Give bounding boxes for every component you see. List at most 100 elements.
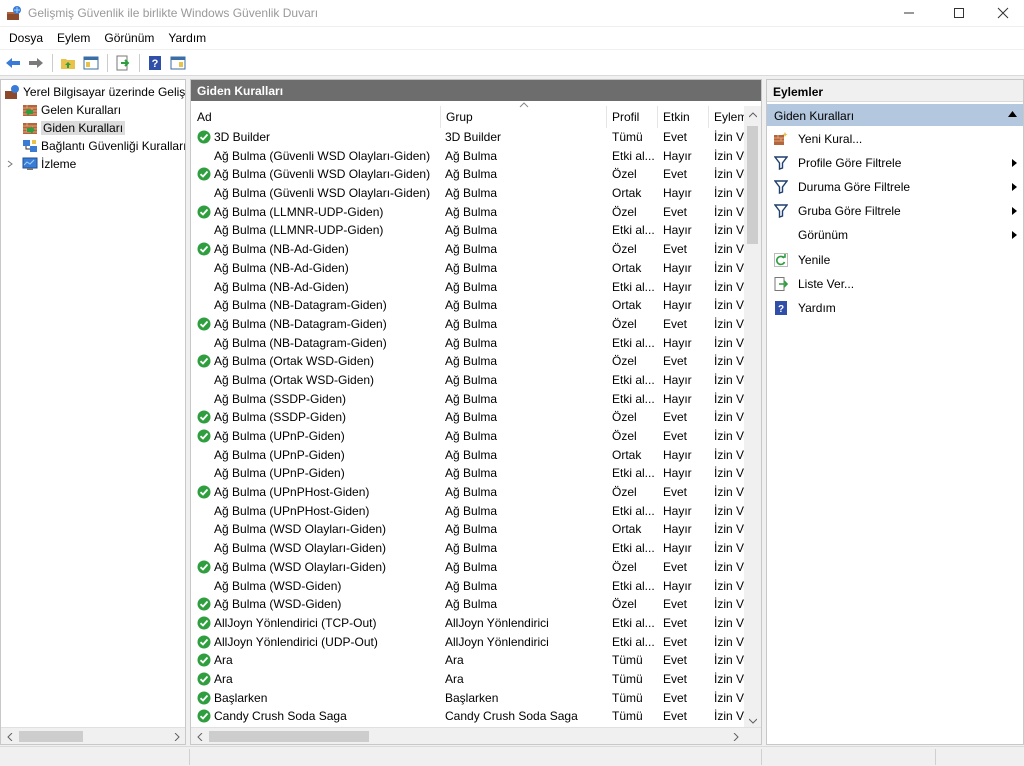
actions-section-header[interactable]: Giden Kuralları (767, 104, 1023, 126)
tree-horizontal-scrollbar[interactable] (1, 727, 185, 744)
scroll-thumb[interactable] (19, 731, 83, 742)
table-row[interactable]: Ağ Bulma (LLMNR-UDP-Giden) Ağ Bulma Etki a… (191, 221, 747, 240)
action-item[interactable]: Duruma Göre Filtrele (767, 176, 1023, 198)
table-row[interactable]: Ağ Bulma (UPnP-Giden) Ağ Bulma Ortak Hayır İ… (191, 446, 747, 465)
show-hide-tree-button[interactable] (80, 52, 102, 74)
table-row[interactable]: Ağ Bulma (UPnP-Giden) Ağ Bulma Etki al... H… (191, 464, 747, 483)
action-item[interactable]: Profile Göre Filtrele (767, 152, 1023, 174)
action-item[interactable]: Yeni Kural... (767, 128, 1023, 150)
table-row[interactable]: AllJoyn Yönlendirici (UDP-Out) AllJoyn Yö… (191, 633, 747, 652)
rule-name-cell: Ağ Bulma (UPnP-Giden) (214, 447, 345, 462)
table-row[interactable]: Ağ Bulma (Güvenli WSD Olayları-Giden) Ağ … (191, 147, 747, 166)
table-row[interactable]: Ağ Bulma (Güvenli WSD Olayları-Giden) Ağ … (191, 184, 747, 203)
back-button[interactable] (2, 52, 24, 74)
table-row[interactable]: Ağ Bulma (LLMNR-UDP-Giden) Ağ Bulma Özel Ev… (191, 203, 747, 222)
table-row[interactable]: Ağ Bulma (UPnPHost-Giden) Ağ Bulma Etki al… (191, 502, 747, 521)
enabled-check-icon (197, 653, 211, 667)
menu-file[interactable]: Dosya (2, 28, 50, 48)
table-row[interactable]: Ara Ara Tümü Evet İzin Ver (191, 670, 747, 689)
column-header-name[interactable]: Ad (191, 106, 441, 128)
action-item[interactable]: Görünüm (767, 224, 1023, 246)
action-item[interactable]: Gruba Göre Filtrele (767, 200, 1023, 222)
column-header-group[interactable]: Grup (440, 106, 607, 128)
table-row[interactable]: Başlarken Başlarken Tümü Evet İzin Ver (191, 689, 747, 708)
rule-name-cell: Ağ Bulma (NB-Ad-Giden) (214, 260, 349, 275)
show-hide-action-pane-button[interactable] (167, 52, 189, 74)
rule-profile-cell: Tümü (612, 130, 643, 144)
table-row[interactable]: Ara Ara Tümü Evet İzin Ver (191, 651, 747, 670)
tree-item-outbound-rules[interactable]: Giden Kuralları (22, 119, 126, 136)
column-header-action[interactable]: Eylem (708, 106, 748, 128)
table-row[interactable]: Ağ Bulma (Güvenli WSD Olayları-Giden) Ağ … (191, 165, 747, 184)
collapse-up-icon[interactable] (1008, 111, 1017, 117)
table-row[interactable]: Ağ Bulma (WSD-Giden) Ağ Bulma Özel Evet İzin… (191, 595, 747, 614)
expand-chevron-icon[interactable] (6, 160, 14, 168)
minimize-button[interactable] (886, 0, 932, 26)
tree-item-monitoring[interactable]: İzleme (22, 155, 76, 172)
list-vertical-scrollbar[interactable] (744, 106, 761, 729)
scroll-left-arrow[interactable] (191, 728, 208, 744)
sort-ascending-icon (519, 102, 529, 108)
table-row[interactable]: Ağ Bulma (NB-Datagram-Giden) Ağ Bulma Orta… (191, 296, 747, 315)
status-segment (190, 749, 762, 765)
rule-profile-cell: Tümü (612, 709, 643, 724)
actions-pane-title: Eylemler (767, 80, 1023, 102)
rule-group-cell: Ağ Bulma (445, 204, 498, 219)
close-button[interactable] (980, 0, 1024, 26)
table-row[interactable]: Ağ Bulma (Ortak WSD-Giden) Ağ Bulma Etki a… (191, 371, 747, 390)
enabled-check-icon (197, 560, 211, 574)
action-item[interactable]: ? Yardım (767, 297, 1023, 319)
table-row[interactable]: Ağ Bulma (WSD Olayları-Giden) Ağ Bulma Öze… (191, 558, 747, 577)
tree-root[interactable]: Yerel Bilgisayar üzerinde Gelişm (4, 83, 185, 100)
table-row[interactable]: AllJoyn Yönlendirici (TCP-Out) AllJoyn Yö… (191, 614, 747, 633)
table-row[interactable]: Ağ Bulma (SSDP-Giden) Ağ Bulma Etki al... H… (191, 390, 747, 409)
table-row[interactable]: Ağ Bulma (NB-Ad-Giden) Ağ Bulma Özel Evet İz… (191, 240, 747, 259)
tree-item-connection-security-rules[interactable]: Bağlantı Güvenliği Kuralları (22, 137, 185, 154)
scroll-thumb[interactable] (747, 126, 758, 244)
table-row[interactable]: Ağ Bulma (WSD Olayları-Giden) Ağ Bulma Etk… (191, 539, 747, 558)
list-horizontal-scrollbar[interactable] (191, 727, 761, 744)
scroll-thumb[interactable] (209, 731, 369, 742)
menu-action[interactable]: Eylem (50, 28, 97, 48)
rule-enabled-cell: Evet (663, 429, 688, 443)
table-row[interactable]: Ağ Bulma (UPnPHost-Giden) Ağ Bulma Özel Eve… (191, 483, 747, 502)
rule-profile-cell: Özel (612, 410, 637, 425)
rule-profile-cell: Etki al... (612, 466, 655, 481)
scroll-right-arrow[interactable] (168, 728, 185, 744)
rule-profile-cell: Etki al... (612, 503, 655, 518)
table-row[interactable]: Ağ Bulma (NB-Ad-Giden) Ağ Bulma Etki al...… (191, 278, 747, 297)
column-header-profile[interactable]: Profil (606, 106, 658, 128)
enabled-check-icon (197, 354, 211, 368)
maximize-button[interactable] (936, 0, 982, 26)
window-title: Gelişmiş Güvenlik ile birlikte Windows G… (28, 6, 319, 20)
menu-view[interactable]: Görünüm (97, 28, 161, 48)
back-arrow-icon (6, 57, 20, 68)
action-item[interactable]: Liste Ver... (767, 273, 1023, 295)
rule-action-cell: İzin Ver (714, 167, 746, 182)
table-row[interactable]: 3D Builder 3D Builder Tümü Evet İzin Ver (191, 128, 747, 147)
actions-pane: Eylemler Giden Kuralları Yeni Kural... Pr… (766, 79, 1024, 745)
export-list-button[interactable] (112, 52, 134, 74)
up-folder-button[interactable] (57, 52, 79, 74)
table-row[interactable]: Ağ Bulma (WSD Olayları-Giden) Ağ Bulma Ort… (191, 520, 747, 539)
forward-button[interactable] (25, 52, 47, 74)
table-row[interactable]: Ağ Bulma (WSD-Giden) Ağ Bulma Etki al... Ha… (191, 577, 747, 596)
table-row[interactable]: Ağ Bulma (Ortak WSD-Giden) Ağ Bulma Özel Ev… (191, 352, 747, 371)
column-header-enabled[interactable]: Etkin (657, 106, 709, 128)
scroll-right-arrow[interactable] (727, 728, 744, 744)
menu-help[interactable]: Yardım (161, 28, 213, 48)
table-row[interactable]: Ağ Bulma (NB-Datagram-Giden) Ağ Bulma Etki… (191, 334, 747, 353)
help-button[interactable]: ? (144, 52, 166, 74)
table-row[interactable]: Candy Crush Soda Saga Candy Crush Soda Sa… (191, 707, 747, 726)
rule-enabled-cell: Evet (663, 615, 688, 630)
rule-name-cell: Ağ Bulma (SSDP-Giden) (214, 410, 347, 425)
rule-enabled-cell: Hayır (663, 298, 692, 313)
scroll-left-arrow[interactable] (1, 728, 18, 744)
table-row[interactable]: Ağ Bulma (NB-Ad-Giden) Ağ Bulma Ortak Hayır… (191, 259, 747, 278)
table-row[interactable]: Ağ Bulma (NB-Datagram-Giden) Ağ Bulma Özel… (191, 315, 747, 334)
tree-item-inbound-rules[interactable]: Gelen Kuralları (22, 101, 121, 118)
action-item[interactable]: Yenile (767, 249, 1023, 271)
table-row[interactable]: Ağ Bulma (SSDP-Giden) Ağ Bulma Özel Evet İzi… (191, 408, 747, 427)
scroll-up-arrow[interactable] (744, 106, 761, 123)
table-row[interactable]: Ağ Bulma (UPnP-Giden) Ağ Bulma Özel Evet İzi… (191, 427, 747, 446)
